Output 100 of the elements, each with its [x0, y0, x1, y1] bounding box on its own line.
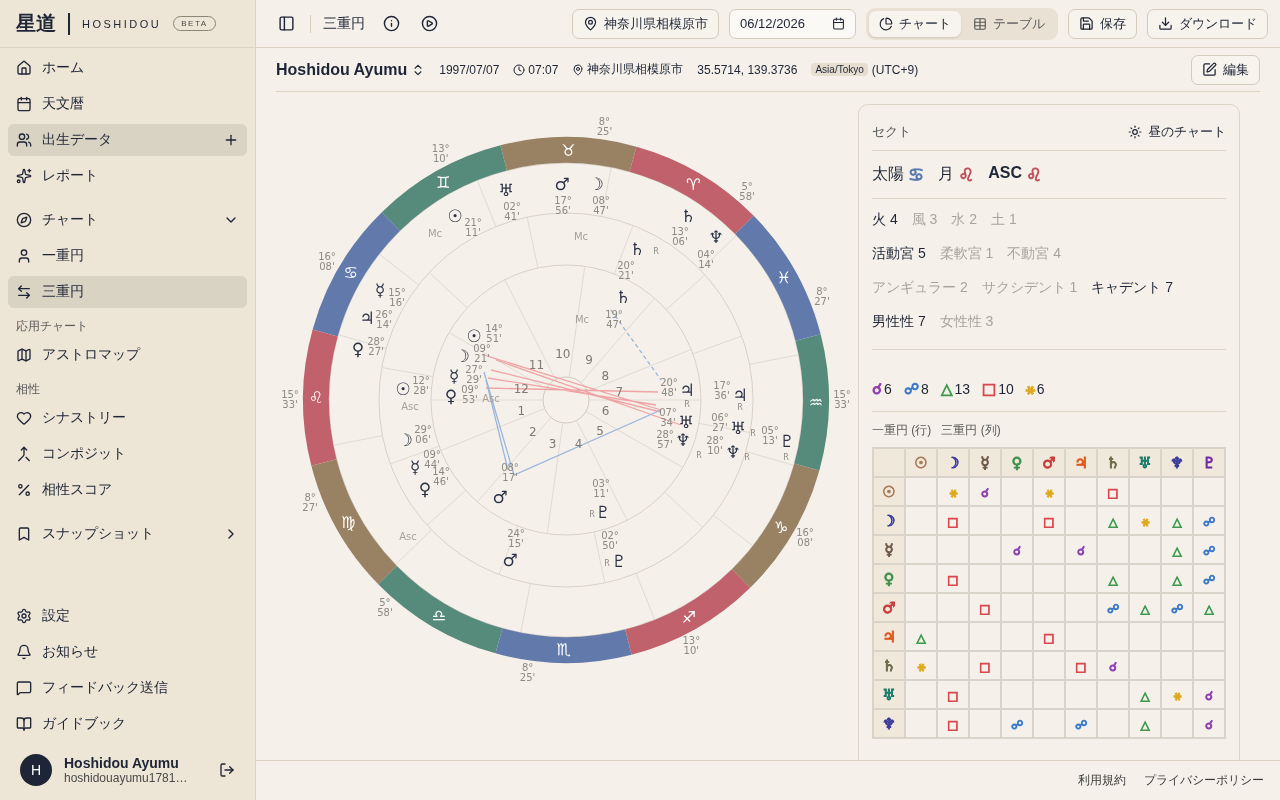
sign-glyph: ♈ [685, 175, 701, 195]
stat-value: 土 1 [991, 211, 1017, 229]
aspect-glyph: ☍ [1202, 543, 1216, 558]
planet-degree: 14° 51' [485, 323, 503, 344]
location-button[interactable]: 神奈川県相模原市 [572, 8, 719, 39]
house-number: 2 [529, 424, 537, 439]
planet-degree: 02° 41' [503, 201, 521, 222]
retrograde-mark: R [737, 403, 743, 412]
planet-degree: 13° 06' [671, 226, 689, 247]
bookmark-icon [16, 526, 32, 542]
person-selector[interactable]: Hoshidou Ayumu [276, 60, 426, 79]
planet-degree: 07° 34' [659, 407, 677, 428]
planet-glyph: ☉ [882, 482, 896, 501]
nav-item[interactable]: シナストリー [8, 402, 247, 434]
nav-item[interactable]: 三重円 [8, 276, 247, 308]
nav-item[interactable]: フィードバック送信 [8, 672, 247, 704]
aspect-glyph: □ [1075, 659, 1087, 674]
sign-glyph: ♌ [308, 388, 324, 408]
arrows-icon [16, 284, 32, 300]
message-icon [16, 680, 32, 696]
planet-glyph: ♇ [611, 551, 627, 571]
user-icon [16, 248, 32, 264]
nav-group[interactable]: チャート [8, 204, 247, 236]
cusp-degree: 13° 10' [682, 634, 701, 656]
sign-glyph: ♌ [1026, 164, 1043, 185]
planet-glyph: ♅ [498, 180, 514, 200]
house-number: 10 [555, 347, 571, 362]
nav-item[interactable]: アストロマップ [8, 339, 247, 371]
planet-glyph: ♄ [629, 239, 645, 259]
aspect-glyph: △ [916, 630, 926, 645]
angle-label: Mc [427, 228, 443, 239]
planet-glyph: ☿ [980, 453, 990, 472]
grid-caption: 一重円 (行) [872, 422, 932, 439]
aspect-glyph: ⚹ [1141, 514, 1149, 529]
house-number: 5 [596, 423, 604, 438]
aspect-count: 8 [921, 380, 929, 397]
aspect-glyph: □ [1043, 514, 1055, 529]
nav-item[interactable]: 一重円 [8, 240, 247, 272]
planet-glyph: ♆ [882, 714, 896, 733]
nav-item[interactable]: 相性スコア [8, 474, 247, 506]
view-tab[interactable]: チャート [869, 10, 961, 37]
aspect-glyph: ☌ [980, 485, 990, 500]
user-email: hoshidouayumu1781… [64, 771, 189, 785]
nav-item[interactable]: 設定 [8, 600, 247, 632]
aspect-glyph: ⚹ [1045, 485, 1053, 500]
planet-degree: 28° 27' [367, 336, 385, 357]
aspect-glyph: △ [940, 379, 953, 398]
planet-glyph: ♅ [1138, 453, 1152, 472]
date-field[interactable]: 06/12/2026 [729, 8, 856, 39]
bell-icon [16, 644, 32, 660]
cusp-degree: 16° 08' [796, 527, 814, 548]
nav-item[interactable]: ガイドブック [8, 708, 247, 740]
sparkles-icon [16, 168, 32, 184]
house-number: 1 [517, 404, 526, 419]
nav-item[interactable]: ホーム [8, 52, 247, 84]
planet-glyph: ☿ [884, 540, 894, 559]
nav-item[interactable]: コンポジット [8, 438, 247, 470]
heart-icon [16, 410, 32, 426]
planet-glyph: ♂ [502, 550, 518, 570]
footer-link[interactable]: 利用規約 [1078, 772, 1126, 789]
stat-value: 水 2 [951, 211, 978, 229]
clock-icon [513, 63, 526, 76]
placement-label: 太陽 [872, 164, 904, 184]
sect-label: セクト [872, 122, 911, 141]
sign-glyph: ♌ [958, 164, 975, 185]
aspect-glyph: △ [1140, 688, 1150, 703]
aspect-glyph: □ [947, 514, 959, 529]
aspect-glyph: □ [947, 688, 959, 703]
aspect-glyph: ⚹ [917, 659, 925, 674]
footer-link[interactable]: プライバシーポリシー [1144, 772, 1264, 789]
nav-group[interactable]: スナップショット [8, 518, 247, 550]
plus-icon[interactable] [223, 132, 239, 148]
cusp-degree: 15° 33' [833, 389, 851, 410]
planet-glyph: ☿ [374, 280, 386, 300]
planet-glyph: ♂ [1042, 453, 1056, 472]
cusp-degree: 13° 10' [431, 143, 450, 165]
nav-item[interactable]: 天文暦 [8, 88, 247, 120]
planet-glyph: ♆ [675, 430, 691, 450]
aspect-count: 10 [998, 380, 1014, 397]
logout-icon[interactable] [219, 762, 235, 778]
nav-item[interactable]: お知らせ [8, 636, 247, 668]
save-button[interactable]: 保存 [1068, 8, 1137, 39]
nav-item[interactable]: レポート [8, 160, 247, 192]
cusp-degree: 8° 27' [302, 492, 318, 514]
nav-item[interactable]: 出生データ [8, 124, 247, 156]
cusp-degree: 8° 25' [596, 115, 613, 137]
center-circle [542, 376, 590, 424]
planet-degree: 21° 11' [464, 217, 482, 238]
stat-value: 活動宮 5 [872, 245, 926, 263]
coordinates: 35.5714, 139.3736 [697, 62, 798, 77]
planet-degree: 20° 21' [617, 260, 635, 281]
view-tab[interactable]: テーブル [963, 10, 1055, 37]
cusp-degree: 5° 58' [377, 597, 393, 619]
settings-icon [16, 608, 32, 624]
sect-value: 昼のチャート [1148, 122, 1226, 141]
planet-degree: 03° 11' [592, 478, 610, 499]
planet-glyph: ♀ [1011, 453, 1023, 472]
download-button[interactable]: ダウンロード [1147, 8, 1268, 39]
compass-icon [16, 212, 32, 228]
edit-button[interactable]: 編集 [1191, 54, 1260, 85]
